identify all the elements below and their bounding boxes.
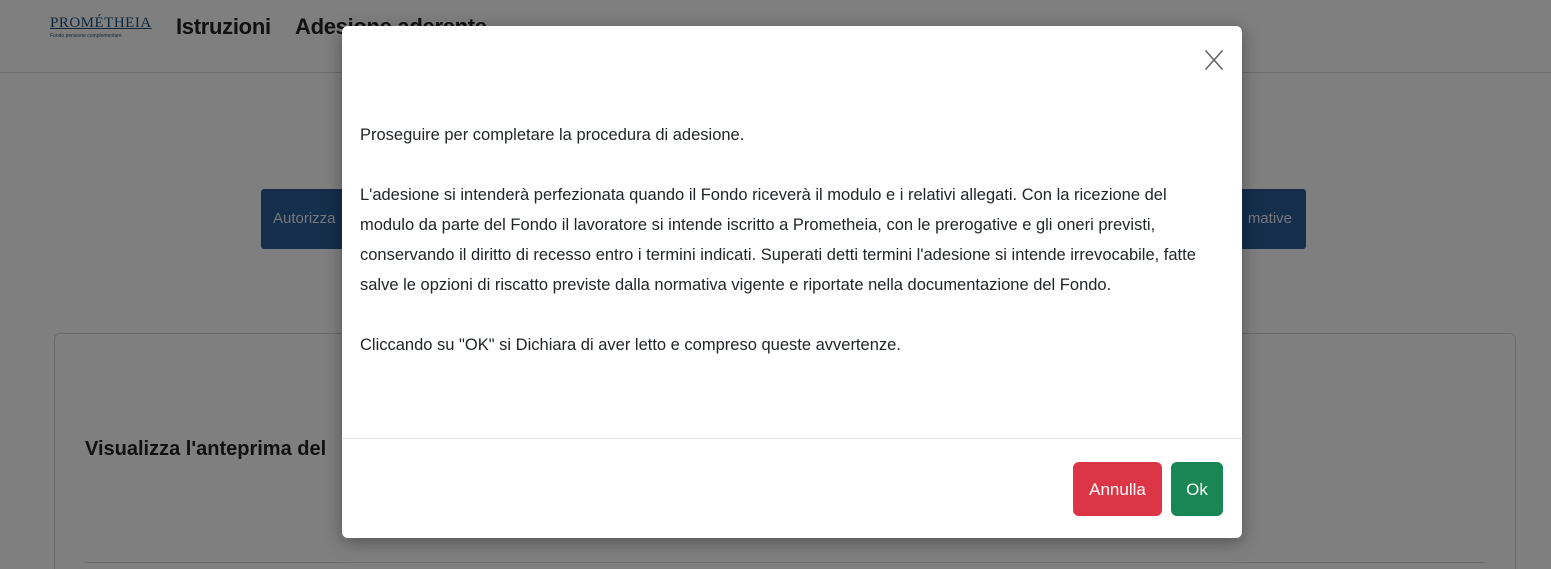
dialog-terms-text: L'adesione si intenderà perfezionata qua…	[360, 186, 1196, 294]
dialog-footer-divider	[342, 438, 1242, 439]
dialog-intro-text: Proseguire per completare la procedura d…	[360, 126, 745, 144]
dialog-declaration-text: Cliccando su "OK" si Dichiara di aver le…	[360, 336, 901, 354]
ok-button[interactable]: Ok	[1171, 462, 1223, 516]
close-button[interactable]	[1198, 44, 1230, 76]
cancel-button[interactable]: Annulla	[1073, 462, 1162, 516]
dialog-body: Proseguire per completare la procedura d…	[360, 120, 1222, 360]
close-icon	[1204, 49, 1224, 71]
confirmation-dialog: Proseguire per completare la procedura d…	[342, 26, 1242, 538]
